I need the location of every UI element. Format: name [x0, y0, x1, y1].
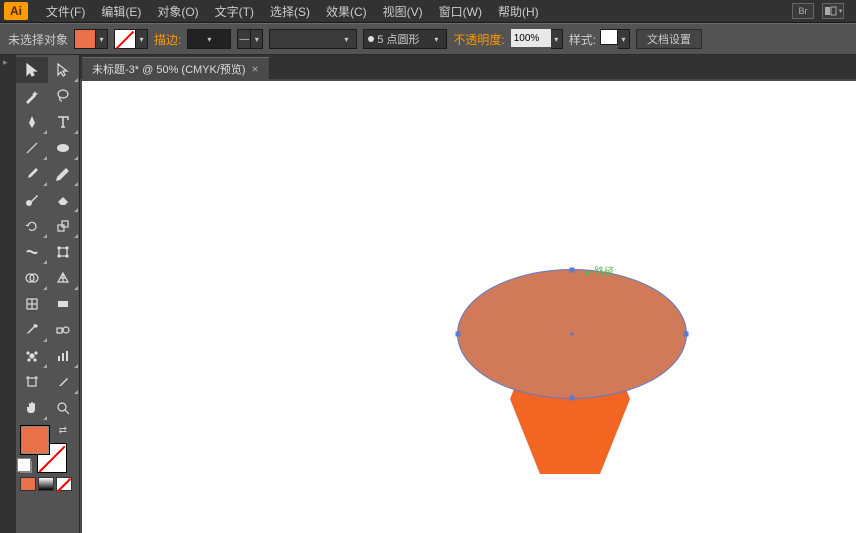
perspective-tool[interactable]: [48, 265, 80, 291]
control-bar: 未选择对象 ▾ ▾ 描边: ▾ — ▾ ▾ 5 点圆形▾ 不透明度: 100% …: [0, 23, 856, 55]
menu-edit[interactable]: 编辑(E): [93, 3, 149, 20]
brush-definition-field[interactable]: ▾: [269, 29, 357, 49]
close-icon[interactable]: ×: [252, 62, 259, 76]
menu-effect[interactable]: 效果(C): [318, 3, 375, 20]
menu-view[interactable]: 视图(V): [375, 3, 431, 20]
default-colors-icon[interactable]: [20, 461, 32, 473]
lasso-tool[interactable]: [48, 83, 80, 109]
stroke-label[interactable]: 描边:: [154, 31, 181, 48]
swap-colors-icon[interactable]: ⇄: [59, 425, 67, 436]
document-tab[interactable]: 未标题-3* @ 50% (CMYK/预览) ×: [82, 57, 270, 79]
app-icon: Ai: [4, 2, 28, 20]
shape-builder-tool[interactable]: [16, 265, 48, 291]
zoom-tool[interactable]: [48, 395, 80, 421]
fill-swatch-dropdown[interactable]: ▾: [96, 29, 108, 49]
symbol-tool[interactable]: [16, 343, 48, 369]
panel-collapse-icon[interactable]: ▸: [3, 57, 13, 67]
center-point: [571, 333, 574, 336]
magic-wand-tool[interactable]: [16, 83, 48, 109]
style-swatch[interactable]: [600, 29, 618, 45]
panel-strip: ▸: [0, 55, 16, 533]
gradient-tool[interactable]: [48, 291, 80, 317]
menu-file[interactable]: 文件(F): [38, 3, 93, 20]
color-mode-button[interactable]: [20, 477, 36, 491]
workspace: 未标题-3* @ 50% (CMYK/预览) × 路径: [80, 55, 856, 533]
mesh-tool[interactable]: [16, 291, 48, 317]
graph-tool[interactable]: [48, 343, 80, 369]
anchor-point[interactable]: [684, 332, 689, 337]
bridge-button[interactable]: Br: [792, 3, 814, 19]
direct-selection-tool[interactable]: [48, 57, 80, 83]
profile-button[interactable]: —: [237, 29, 251, 49]
anchor-point[interactable]: [570, 396, 575, 401]
ellipse-tool[interactable]: [48, 135, 80, 161]
style-label: 样式:: [569, 31, 596, 48]
tab-bar: 未标题-3* @ 50% (CMYK/预览) ×: [80, 55, 856, 79]
pencil-tool[interactable]: [48, 161, 80, 187]
fill-color-square[interactable]: [20, 425, 50, 455]
slice-tool[interactable]: [48, 369, 80, 395]
anchor-point[interactable]: [456, 332, 461, 337]
ellipse-shape[interactable]: [457, 269, 687, 399]
brush-tool[interactable]: [16, 161, 48, 187]
stroke-swatch-dropdown[interactable]: ▾: [136, 29, 148, 49]
gradient-mode-button[interactable]: [38, 477, 54, 491]
menu-help[interactable]: 帮助(H): [490, 3, 547, 20]
canvas-area[interactable]: 路径: [80, 79, 856, 533]
rotate-tool[interactable]: [16, 213, 48, 239]
artboard[interactable]: 路径: [82, 81, 856, 533]
blob-brush-tool[interactable]: [16, 187, 48, 213]
eraser-tool[interactable]: [48, 187, 80, 213]
document-settings-button[interactable]: 文档设置: [636, 29, 702, 49]
stroke-weight-field[interactable]: ▾: [187, 29, 231, 49]
path-label: 路径: [594, 263, 614, 278]
opacity-dropdown[interactable]: ▾: [551, 29, 563, 49]
path-indicator-icon: [586, 271, 590, 275]
artboard-tool[interactable]: [16, 369, 48, 395]
free-transform-tool[interactable]: [48, 239, 80, 265]
fill-swatch[interactable]: [74, 29, 96, 49]
menu-window[interactable]: 窗口(W): [431, 3, 490, 20]
workspace-switcher[interactable]: ▾: [822, 3, 844, 19]
style-dropdown[interactable]: ▾: [618, 29, 630, 49]
scale-tool[interactable]: [48, 213, 80, 239]
opacity-label[interactable]: 不透明度:: [453, 31, 504, 48]
line-tool[interactable]: [16, 135, 48, 161]
tab-title: 未标题-3* @ 50% (CMYK/预览): [92, 61, 246, 77]
eyedropper-tool[interactable]: [16, 317, 48, 343]
menu-select[interactable]: 选择(S): [262, 3, 318, 20]
none-mode-button[interactable]: [56, 477, 72, 491]
blend-tool[interactable]: [48, 317, 80, 343]
selection-tool[interactable]: [16, 57, 48, 83]
brush-style-field[interactable]: 5 点圆形▾: [363, 29, 447, 49]
width-tool[interactable]: [16, 239, 48, 265]
menu-bar: Ai 文件(F) 编辑(E) 对象(O) 文字(T) 选择(S) 效果(C) 视…: [0, 0, 856, 23]
anchor-point[interactable]: [570, 268, 575, 273]
pen-tool[interactable]: [16, 109, 48, 135]
type-tool[interactable]: [48, 109, 80, 135]
menu-text[interactable]: 文字(T): [207, 3, 262, 20]
stroke-swatch[interactable]: [114, 29, 136, 49]
menu-object[interactable]: 对象(O): [149, 3, 206, 20]
selection-status: 未选择对象: [8, 31, 68, 48]
hand-tool[interactable]: [16, 395, 48, 421]
opacity-field[interactable]: 100%: [511, 29, 551, 47]
toolbox: ⇄: [16, 55, 80, 533]
profile-dropdown[interactable]: ▾: [251, 29, 263, 49]
color-picker[interactable]: ⇄: [20, 425, 75, 473]
